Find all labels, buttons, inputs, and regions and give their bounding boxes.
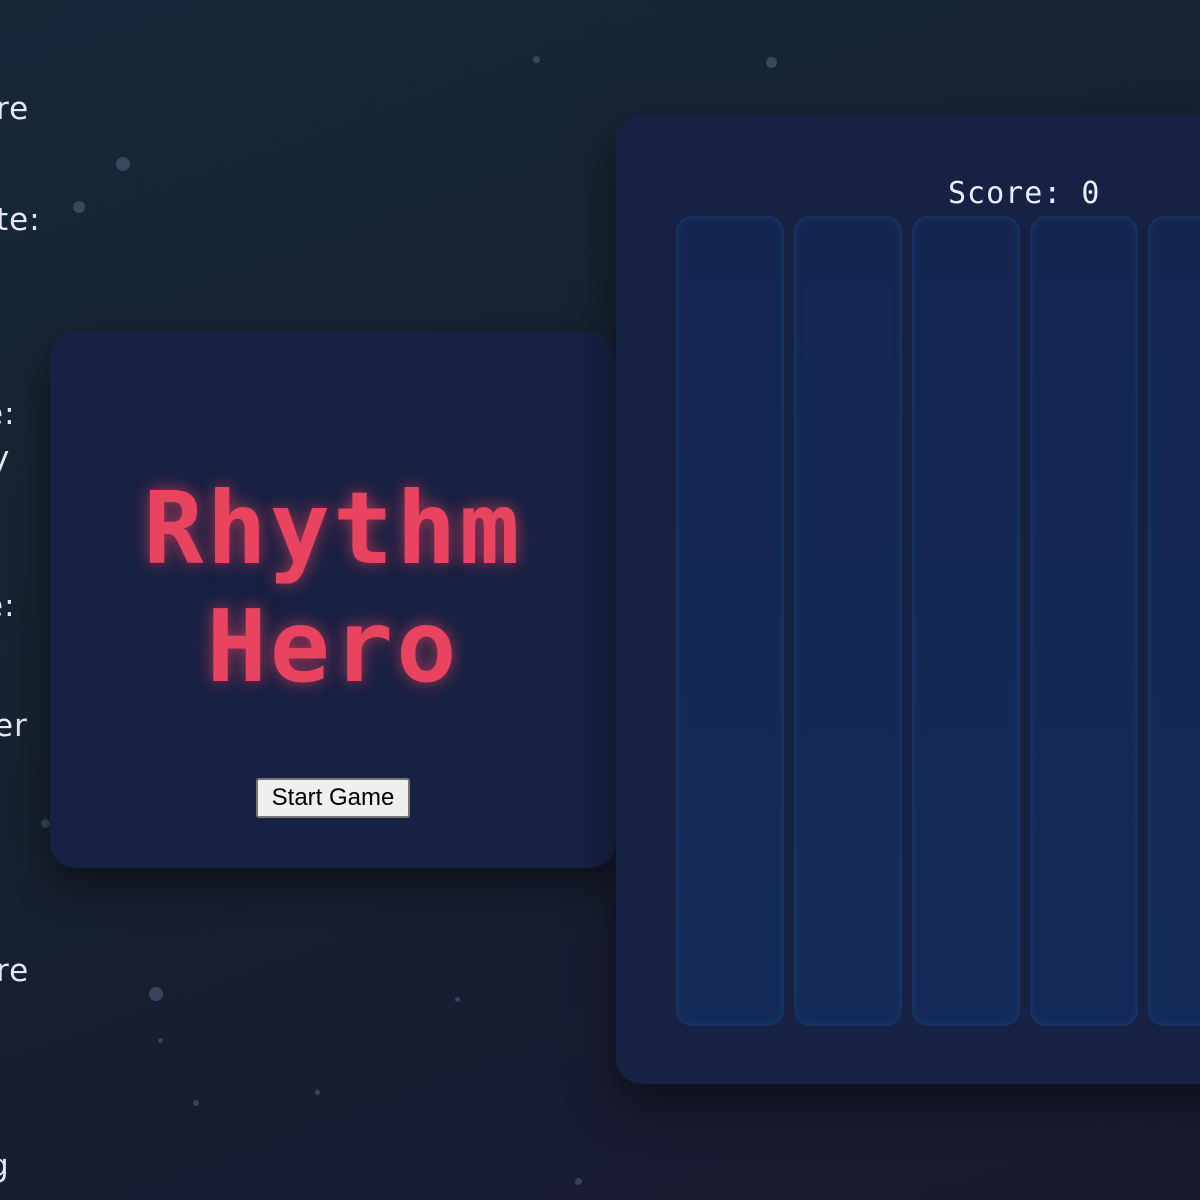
sidebar-fragment: e: bbox=[0, 396, 16, 432]
sidebar-fragment: g bbox=[0, 1148, 10, 1184]
game-title: Rhythm Hero bbox=[143, 470, 522, 706]
note-lane-4[interactable] bbox=[1030, 216, 1138, 1026]
game-board: Score: 0 bbox=[616, 114, 1200, 1084]
note-lane-2[interactable] bbox=[794, 216, 902, 1026]
star-particle bbox=[73, 201, 85, 213]
note-lane-1[interactable] bbox=[676, 216, 784, 1026]
title-panel: Rhythm Hero Start Game bbox=[50, 332, 616, 868]
sidebar-fragment: te: bbox=[0, 202, 41, 238]
score-display: Score: 0 bbox=[948, 176, 1101, 211]
sidebar-fragment: e: bbox=[0, 588, 16, 624]
start-game-button[interactable]: Start Game bbox=[255, 778, 411, 818]
sidebar-fragment: er bbox=[0, 708, 28, 744]
sidebar-fragment: y bbox=[0, 440, 11, 476]
star-particle bbox=[533, 56, 540, 63]
note-lane-5[interactable] bbox=[1148, 216, 1200, 1026]
star-particle bbox=[158, 1038, 163, 1043]
star-particle bbox=[193, 1100, 199, 1106]
note-lane-3[interactable] bbox=[912, 216, 1020, 1026]
star-particle bbox=[149, 987, 163, 1001]
star-particle bbox=[315, 1090, 320, 1095]
sidebar-fragment: re bbox=[0, 953, 30, 989]
star-particle bbox=[116, 157, 130, 171]
sidebar-fragment: re bbox=[0, 91, 30, 127]
star-particle bbox=[575, 1178, 582, 1185]
star-particle bbox=[455, 997, 460, 1002]
game-title-line-1: Rhythm bbox=[143, 470, 523, 587]
star-particle bbox=[766, 57, 777, 68]
game-title-line-2: Hero bbox=[206, 588, 460, 705]
